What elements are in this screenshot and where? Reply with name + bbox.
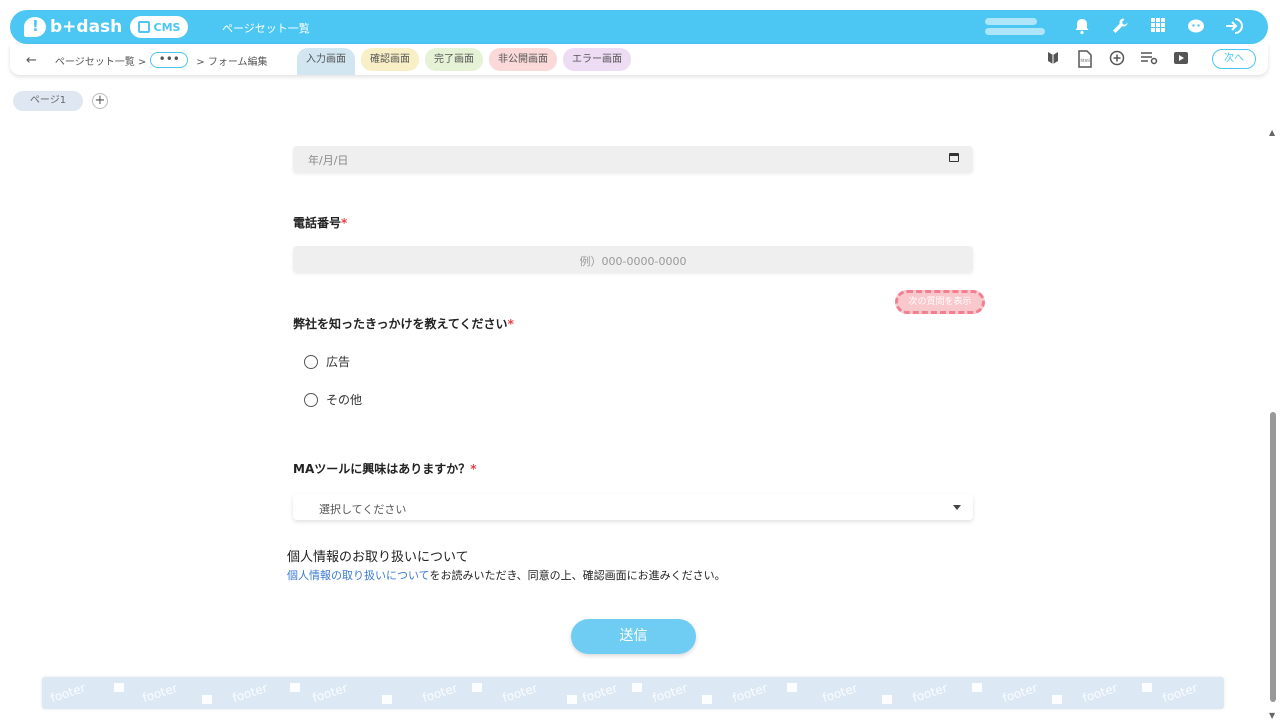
radio-option-other[interactable]: その他	[304, 391, 362, 408]
grid-icon[interactable]	[1148, 17, 1168, 37]
html-file-icon[interactable]: html	[1076, 50, 1094, 68]
cms-label: CMS	[153, 20, 181, 34]
privacy-instruction: をお読みいただき、同意の上、確認画面にお進みください。	[429, 569, 726, 582]
breadcrumb: ← ページセット一覧 > ••• > フォーム編集	[26, 52, 268, 68]
privacy-link[interactable]: 個人情報の取り扱いについて	[287, 569, 429, 582]
show-next-question-button[interactable]: 次の質問を表示	[895, 290, 985, 314]
source-question-label: 弊社を知ったきっかけを教えてください*	[293, 317, 514, 331]
footer-watermark: footer	[420, 680, 460, 706]
breadcrumb-more-button[interactable]: •••	[150, 52, 189, 68]
tab-private-screen[interactable]: 非公開画面	[489, 48, 557, 71]
next-button[interactable]: 次へ	[1212, 49, 1256, 69]
breadcrumb-pageset[interactable]: ページセット一覧 >	[55, 53, 146, 68]
image-placeholder-icon	[114, 683, 124, 692]
footer-watermark: footer	[310, 680, 350, 706]
tab-confirm-screen[interactable]: 確認画面	[361, 48, 419, 71]
radio-option-label: その他	[326, 393, 363, 407]
footer-watermark: footer	[1080, 680, 1120, 706]
tel-input[interactable]: 例）000-0000-0000	[293, 246, 973, 272]
tab-input-screen[interactable]: 入力画面	[297, 48, 355, 75]
image-placeholder-icon	[567, 695, 577, 704]
edit-icon	[137, 21, 150, 33]
page-title: ページセット一覧	[222, 22, 310, 35]
back-arrow-icon[interactable]: ←	[26, 53, 37, 68]
bdash-logo[interactable]: b+dash	[24, 16, 122, 38]
footer-watermark: footer	[1160, 680, 1200, 706]
ma-select-placeholder: 選択してください	[319, 503, 407, 516]
footer-placeholder: footer footer footer footer footer foote…	[42, 677, 1224, 709]
breadcrumb-form-edit: > フォーム編集	[196, 56, 268, 68]
scroll-up-arrow-icon[interactable]: ▲	[1269, 128, 1275, 137]
radio-option-label: 広告	[326, 355, 351, 369]
footer-watermark: footer	[140, 680, 180, 706]
image-placeholder-icon	[1142, 683, 1152, 692]
date-input[interactable]: 年/月/日	[293, 146, 973, 172]
required-mark: *	[341, 216, 348, 230]
footer-watermark: footer	[820, 680, 860, 706]
scrollbar-thumb[interactable]	[1270, 412, 1276, 702]
footer-watermark: footer	[580, 680, 620, 706]
image-placeholder-icon	[632, 683, 642, 692]
logo-text: b+dash	[50, 17, 123, 37]
add-page-button[interactable]: +	[92, 93, 108, 109]
tab-complete-screen[interactable]: 完了画面	[425, 48, 483, 71]
footer-watermark: footer	[650, 680, 690, 706]
image-placeholder-icon	[202, 695, 212, 704]
ma-question-label: MAツールに興味はありますか？*	[293, 462, 477, 476]
assistant-icon[interactable]	[1186, 17, 1206, 37]
radio-circle-icon[interactable]	[304, 354, 318, 369]
cms-button[interactable]: CMS	[130, 16, 188, 38]
required-mark: *	[470, 462, 477, 476]
ma-select[interactable]: 選択してください	[293, 494, 973, 520]
logout-icon[interactable]	[1224, 17, 1244, 37]
svg-text:html: html	[1081, 58, 1090, 63]
footer-watermark: footer	[500, 680, 540, 706]
scroll-down-arrow-icon[interactable]: ▼	[1269, 711, 1275, 720]
page-tab-page1[interactable]: ページ1	[13, 91, 83, 111]
privacy-title: 個人情報のお取り扱いについて	[287, 550, 469, 565]
image-placeholder-icon	[472, 683, 482, 692]
logo-bubble-icon	[24, 17, 46, 37]
footer-watermark: footer	[730, 680, 770, 706]
tel-label: 電話番号*	[293, 216, 348, 230]
play-icon[interactable]	[1172, 50, 1190, 68]
user-info-blurred	[985, 15, 1045, 39]
top-navigation-bar: b+dash CMS ページセット一覧	[10, 10, 1268, 44]
image-placeholder-icon	[882, 695, 892, 704]
radio-circle-icon[interactable]	[304, 392, 318, 407]
footer-watermark: footer	[48, 680, 88, 706]
footer-watermark: footer	[230, 680, 270, 706]
dropdown-arrow-icon[interactable]	[953, 505, 961, 510]
image-placeholder-icon	[702, 695, 712, 704]
image-placeholder-icon	[382, 695, 392, 704]
bell-icon[interactable]	[1072, 17, 1092, 37]
settings-list-icon[interactable]	[1140, 50, 1158, 68]
vertical-scrollbar[interactable]: ▲ ▼	[1268, 128, 1278, 720]
image-placeholder-icon	[290, 683, 300, 692]
footer-watermark: footer	[1000, 680, 1040, 706]
footer-watermark: footer	[910, 680, 950, 706]
wrench-icon[interactable]	[1110, 17, 1130, 37]
add-circle-icon[interactable]	[1108, 50, 1126, 68]
tab-error-screen[interactable]: エラー画面	[563, 48, 631, 71]
image-placeholder-icon	[1052, 695, 1062, 704]
required-mark: *	[507, 317, 514, 331]
submit-button[interactable]: 送信	[571, 619, 696, 654]
calendar-icon[interactable]	[949, 153, 959, 162]
image-placeholder-icon	[787, 683, 797, 692]
privacy-text: 個人情報の取り扱いについてをお読みいただき、同意の上、確認画面にお進みください。	[287, 567, 726, 583]
image-placeholder-icon	[972, 683, 982, 692]
tel-placeholder: 例）000-0000-0000	[579, 255, 687, 268]
screen-tabs: 入力画面 確認画面 完了画面 非公開画面 エラー画面	[297, 48, 631, 75]
breadcrumb-bar: ← ページセット一覧 > ••• > フォーム編集 入力画面 確認画面 完了画面…	[10, 44, 1268, 75]
radio-option-ad[interactable]: 広告	[304, 353, 350, 370]
date-placeholder: 年/月/日	[308, 154, 349, 167]
beginner-icon[interactable]	[1044, 50, 1062, 68]
